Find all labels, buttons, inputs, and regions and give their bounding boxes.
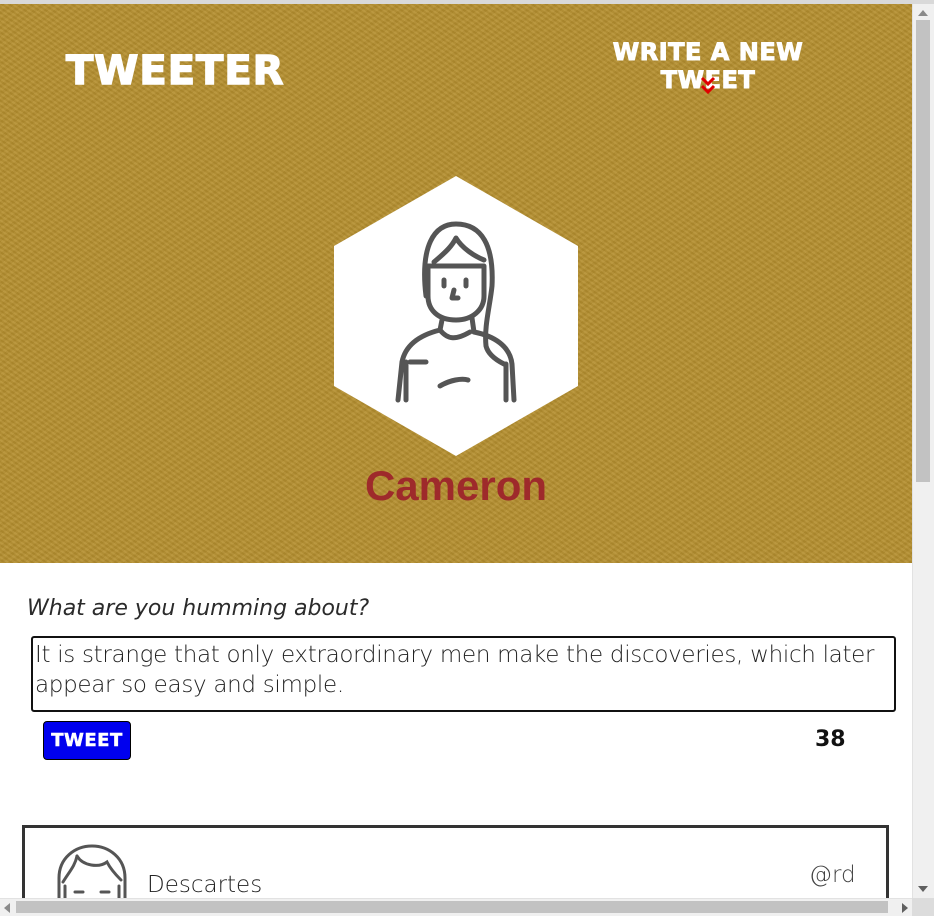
double-chevron-down-icon[interactable] <box>698 76 718 96</box>
site-logo[interactable]: TWEETER <box>65 47 284 95</box>
tweet-author-handle: @rd <box>809 862 856 888</box>
tweet-textarea[interactable]: It is strange that only extraordinary me… <box>31 636 896 712</box>
profile-avatar <box>334 176 578 456</box>
profile-header: TWEETER WRITE A NEW TWEET Cameron <box>0 4 912 563</box>
tweet-submit-button[interactable]: TWEET <box>43 721 131 760</box>
char-counter: 38 <box>815 727 846 752</box>
tweet-card: Descartes @rd <box>22 825 889 898</box>
scrollbar-corner <box>912 898 934 916</box>
composer-prompt: What are you humming about? <box>27 596 370 621</box>
vertical-scrollbar[interactable] <box>912 4 934 898</box>
tweet-author-name: Descartes <box>147 872 263 898</box>
girl-avatar-icon <box>57 844 127 898</box>
scroll-left-arrow-icon[interactable] <box>4 903 10 913</box>
page-viewport: TWEETER WRITE A NEW TWEET Cameron What a… <box>0 4 912 898</box>
horizontal-scrollbar[interactable] <box>0 898 912 916</box>
vertical-scroll-thumb[interactable] <box>916 20 930 482</box>
scroll-down-arrow-icon[interactable] <box>918 886 928 892</box>
scroll-right-arrow-icon[interactable] <box>902 903 908 913</box>
scroll-up-arrow-icon[interactable] <box>918 10 928 16</box>
horizontal-scroll-thumb[interactable] <box>16 901 888 913</box>
profile-username: Cameron <box>364 462 548 509</box>
